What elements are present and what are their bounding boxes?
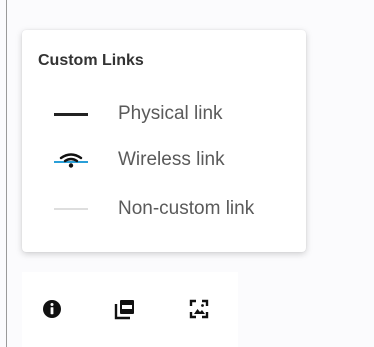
legend-item-wireless-link: Wireless link (38, 146, 298, 174)
legend-item-label: Non-custom link (118, 198, 255, 219)
legend-item-label: Wireless link (118, 149, 225, 170)
legend-item-non-custom-link: Non-custom link (38, 195, 298, 223)
faint-line-icon (54, 202, 90, 216)
solid-line-icon (54, 107, 90, 121)
wifi-icon (54, 153, 90, 168)
image-export-icon (189, 299, 209, 319)
custom-links-legend: Custom Links Physical link Wireless link… (22, 30, 306, 252)
export-pdf-button[interactable] (112, 296, 138, 322)
info-icon (43, 300, 61, 318)
export-image-button[interactable] (186, 296, 212, 322)
legend-item-label: Physical link (118, 103, 223, 124)
frame-edge (6, 0, 7, 347)
info-button[interactable] (39, 296, 65, 322)
pdf-export-icon (114, 300, 134, 320)
legend-item-physical-link: Physical link (38, 100, 298, 128)
legend-title: Custom Links (38, 52, 144, 69)
map-toolbar (22, 272, 238, 347)
